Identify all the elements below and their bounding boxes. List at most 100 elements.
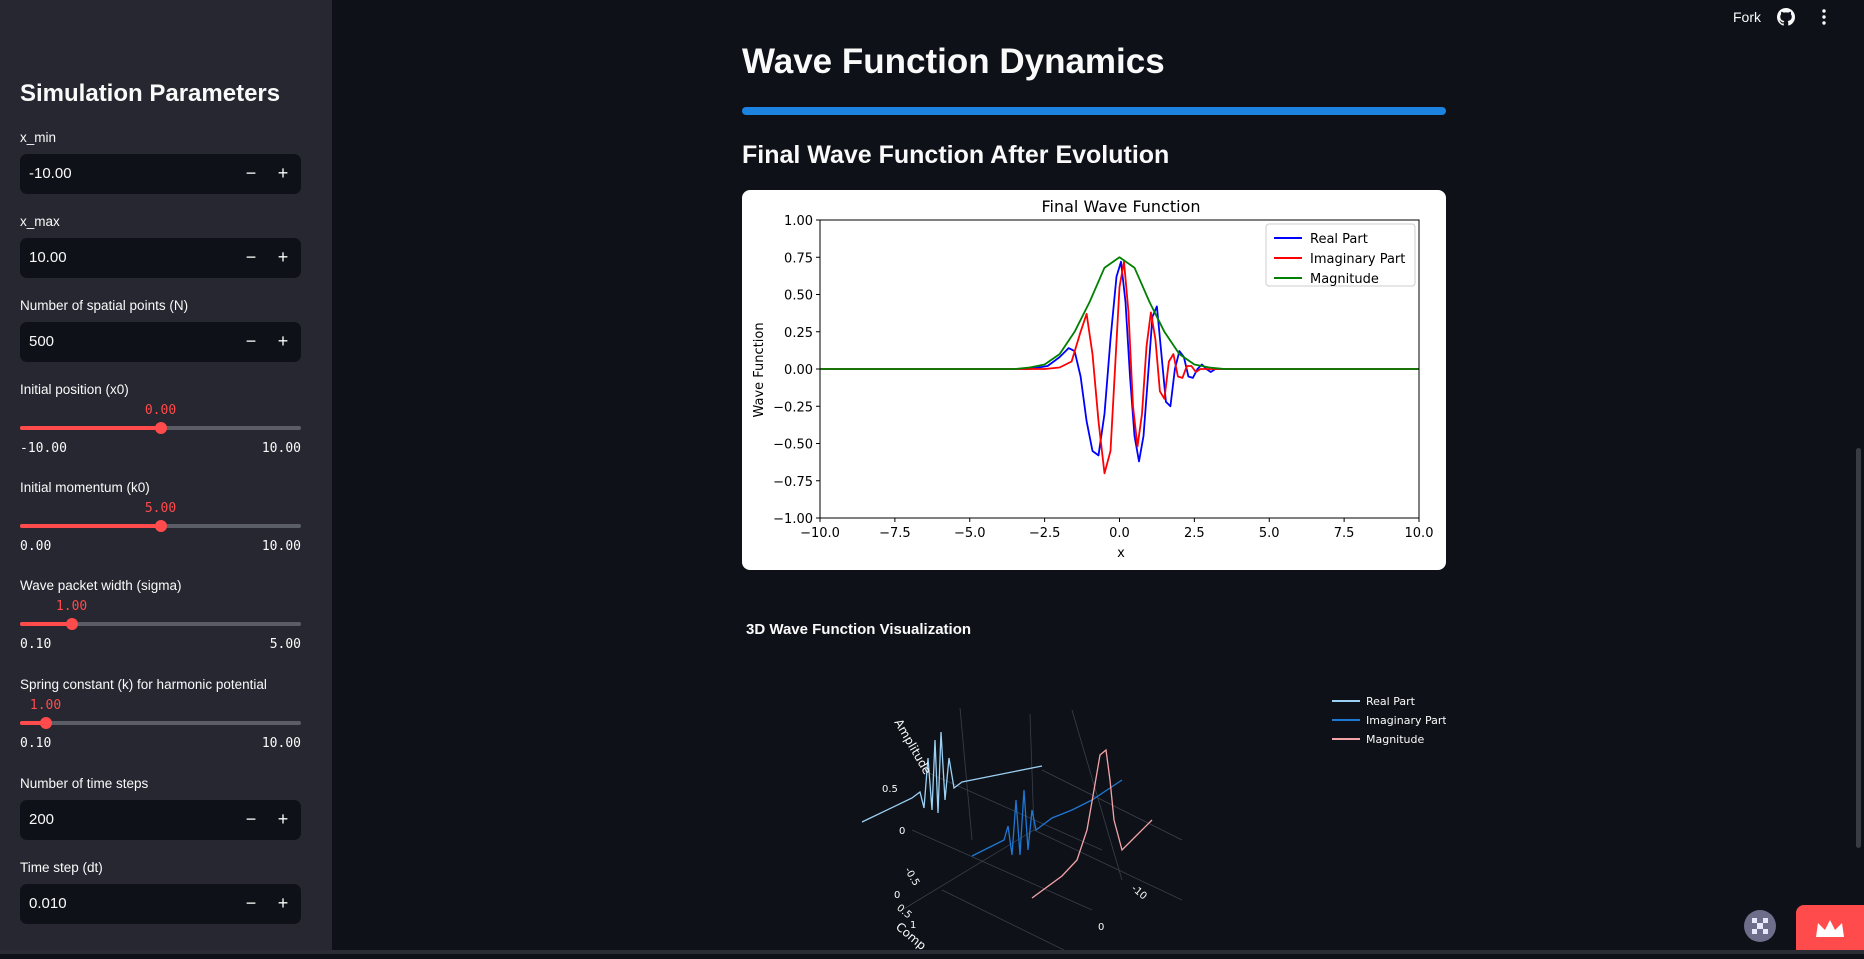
- slider-min-label: 0.10: [20, 637, 52, 652]
- dt-label: Time step (dt): [20, 860, 103, 875]
- plot3d-tick: 0.5: [882, 784, 898, 795]
- plot3d-tick: 0: [1098, 922, 1104, 933]
- x-max-label: x_max: [20, 214, 60, 229]
- main-scrollbar[interactable]: [1856, 448, 1861, 848]
- slider-current-value: 5.00: [144, 501, 177, 516]
- plot3d-title: 3D Wave Function Visualization: [746, 621, 972, 638]
- spring-label: Spring constant (k) for harmonic potenti…: [20, 677, 267, 692]
- x-min-label: x_min: [20, 130, 57, 145]
- x-min-value[interactable]: -10.00: [29, 165, 72, 182]
- fork-button[interactable]: Fork: [1733, 9, 1761, 25]
- x-tick-label: −2.5: [1029, 526, 1061, 541]
- y-tick-label: 0.75: [784, 251, 813, 266]
- slider-thumb[interactable]: [65, 618, 78, 630]
- avatar[interactable]: [1744, 910, 1776, 942]
- section-heading: Final Wave Function After Evolution: [742, 141, 1170, 169]
- plot3d-axis-label-amplitude: Amplitude: [891, 717, 934, 777]
- x-tick-label: 0.0: [1109, 526, 1130, 541]
- y-tick-label: −1.00: [773, 512, 813, 527]
- plot3d-imag-trace: [971, 779, 1123, 857]
- sidebar-title: Simulation Parameters: [20, 80, 281, 107]
- x-min-input[interactable]: -10.00 − +: [20, 154, 301, 194]
- x-tick-label: 7.5: [1334, 526, 1355, 541]
- x-tick-label: 5.0: [1259, 526, 1280, 541]
- bottom-border: [0, 950, 1864, 954]
- page-title: Wave Function Dynamics: [742, 42, 1165, 81]
- x-tick-label: −5.0: [954, 526, 986, 541]
- n-points-input[interactable]: 500 − +: [20, 322, 301, 362]
- n-points-value[interactable]: 500: [29, 333, 54, 350]
- plot3d-tick: 0: [894, 890, 900, 901]
- plot3d-legend-imag: Imaginary Part: [1366, 714, 1446, 727]
- slider-max-label: 10.00: [261, 736, 301, 751]
- dt-decrement-button[interactable]: −: [235, 884, 267, 924]
- x-min-decrement-button[interactable]: −: [235, 154, 267, 194]
- legend-label: Real Part: [1310, 232, 1368, 247]
- slider-min-label: 0.00: [20, 539, 52, 554]
- k0-slider[interactable]: 5.00 0.00 10.00: [20, 495, 301, 555]
- plot3d-svg: Amplitude Comp 0.5 0 -0.5 0 0.5 1 0 -10 …: [861, 695, 1447, 955]
- n-points-label: Number of spatial points (N): [20, 298, 189, 313]
- x-max-decrement-button[interactable]: −: [235, 238, 267, 278]
- slider-fill: [20, 622, 72, 626]
- sigma-label: Wave packet width (sigma): [20, 578, 182, 593]
- time-steps-value[interactable]: 200: [29, 811, 54, 828]
- dt-value[interactable]: 0.010: [29, 895, 67, 912]
- slider-min-label: -10.00: [20, 441, 67, 456]
- slider-current-value: 1.00: [55, 599, 88, 614]
- x-max-value[interactable]: 10.00: [29, 249, 67, 266]
- y-tick-label: −0.50: [773, 438, 813, 453]
- slider-max-label: 10.00: [261, 539, 301, 554]
- dt-input[interactable]: 0.010 − +: [20, 884, 301, 924]
- y-tick-label: 1.00: [784, 214, 813, 229]
- plot3d-tick: -0.5: [902, 866, 921, 888]
- x-tick-label: −7.5: [879, 526, 911, 541]
- x-tick-label: 2.5: [1184, 526, 1205, 541]
- sigma-slider[interactable]: 1.00 0.10 5.00: [20, 593, 301, 653]
- n-points-decrement-button[interactable]: −: [235, 322, 267, 362]
- slider-thumb[interactable]: [154, 520, 167, 532]
- slider-thumb[interactable]: [154, 422, 167, 434]
- x-min-increment-button[interactable]: +: [267, 154, 299, 194]
- x0-label: Initial position (x0): [20, 382, 129, 397]
- plot3d-tick: 1: [910, 920, 916, 931]
- y-tick-label: 0.25: [784, 326, 813, 341]
- plot3d-tick: -10: [1129, 883, 1149, 902]
- chart-svg: Final Wave Function x Wave Function −10.…: [752, 197, 1434, 561]
- plot3d-grid: [901, 707, 1183, 955]
- time-steps-decrement-button[interactable]: −: [235, 800, 267, 840]
- y-tick-label: 0.00: [784, 363, 813, 378]
- slider-thumb[interactable]: [39, 717, 52, 729]
- n-points-increment-button[interactable]: +: [267, 322, 299, 362]
- final-wave-function-chart: Final Wave Function x Wave Function −10.…: [742, 190, 1446, 570]
- x-tick-label: −10.0: [800, 526, 840, 541]
- slider-track[interactable]: [20, 721, 301, 725]
- slider-fill: [20, 524, 161, 528]
- plot3d-legend-magnitude: Magnitude: [1366, 733, 1425, 746]
- x-max-increment-button[interactable]: +: [267, 238, 299, 278]
- dt-increment-button[interactable]: +: [267, 884, 299, 924]
- plot3d-magnitude-trace: [1031, 748, 1153, 899]
- chart-title: Final Wave Function: [1041, 197, 1200, 216]
- legend-label: Imaginary Part: [1310, 252, 1405, 267]
- x0-slider[interactable]: 0.00 -10.00 10.00: [20, 397, 301, 457]
- series-line-imaginary: [820, 260, 1419, 475]
- wave-3d-plot[interactable]: Amplitude Comp 0.5 0 -0.5 0 0.5 1 0 -10 …: [742, 650, 1447, 955]
- y-tick-label: −0.25: [773, 400, 813, 415]
- streamlit-crown-icon[interactable]: [1796, 905, 1864, 954]
- plot3d-tick: 0: [899, 826, 905, 837]
- github-icon[interactable]: [1777, 8, 1795, 31]
- k0-label: Initial momentum (k0): [20, 480, 150, 495]
- time-steps-label: Number of time steps: [20, 776, 149, 791]
- time-steps-input[interactable]: 200 − +: [20, 800, 301, 840]
- chart-xlabel: x: [1117, 546, 1125, 561]
- menu-kebab-icon[interactable]: [1818, 8, 1830, 31]
- slider-current-value: 0.00: [144, 403, 177, 418]
- slider-max-label: 10.00: [261, 441, 301, 456]
- x-max-input[interactable]: 10.00 − +: [20, 238, 301, 278]
- x-tick-label: 10.0: [1405, 526, 1434, 541]
- spring-slider[interactable]: 1.00 0.10 10.00: [20, 692, 301, 752]
- plot3d-legend[interactable]: Real Part Imaginary Part Magnitude: [1332, 695, 1447, 746]
- time-steps-increment-button[interactable]: +: [267, 800, 299, 840]
- slider-fill: [20, 426, 161, 430]
